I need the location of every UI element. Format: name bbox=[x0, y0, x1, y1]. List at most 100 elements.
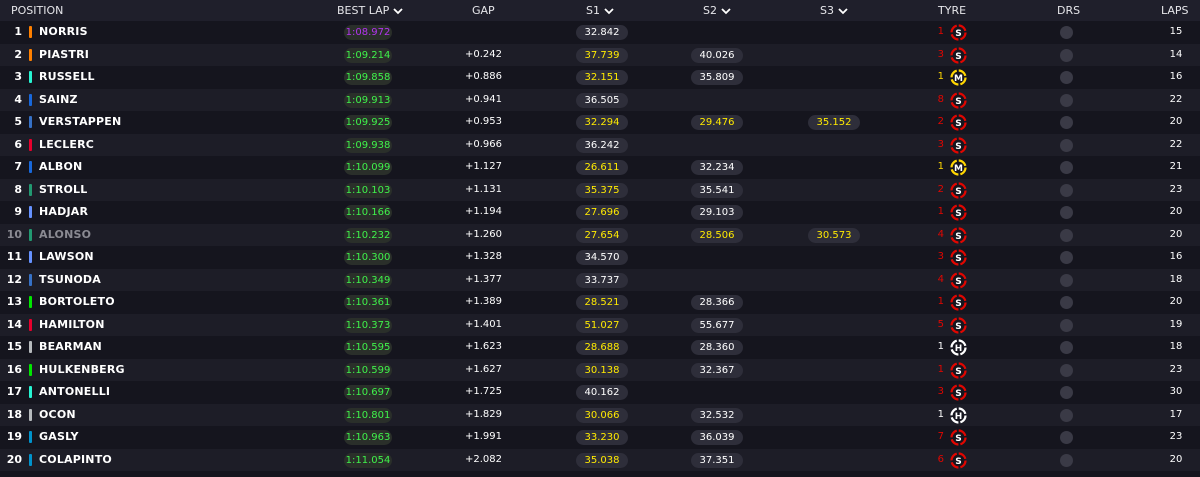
table-row[interactable]: 10 ALONSO 1:10.232 +1.260 27.654 28.506 30.573… bbox=[0, 223, 1200, 246]
team-color-bar bbox=[29, 363, 32, 376]
driver-name: NORRIS bbox=[39, 25, 88, 38]
table-row[interactable]: 4 SAINZ 1:09.913 +0.941 36.505 8 S 22 bbox=[0, 88, 1200, 111]
gap-value: +1.623 bbox=[464, 341, 502, 352]
header-tyre-label: TYRE bbox=[938, 4, 967, 17]
chevron-down-icon bbox=[837, 5, 849, 17]
header-drs: DRS bbox=[1057, 0, 1080, 21]
table-row[interactable]: 1 NORRIS 1:08.972 32.842 1 S 15 bbox=[0, 21, 1200, 44]
drs-indicator bbox=[1060, 318, 1073, 332]
position-number: 10 bbox=[6, 227, 22, 241]
table-row[interactable]: 3 RUSSELL 1:09.858 +0.886 32.151 35.809 1 M 16 bbox=[0, 66, 1200, 89]
svg-text:S: S bbox=[955, 187, 961, 197]
gap-value: +0.886 bbox=[464, 71, 502, 82]
team-color-bar bbox=[29, 341, 32, 353]
sector-2-time: 28.366 bbox=[691, 295, 743, 310]
sector-1-time: 27.654 bbox=[576, 227, 628, 243]
header-best-lap-sort[interactable]: BEST LAP bbox=[337, 0, 404, 21]
svg-text:M: M bbox=[954, 74, 963, 84]
sector-1-time: 36.505 bbox=[576, 92, 628, 108]
team-color-bar bbox=[29, 386, 32, 398]
header-s3-label: S3 bbox=[820, 4, 834, 17]
tyre-age: 1 bbox=[937, 26, 944, 37]
gap-value: +0.941 bbox=[464, 93, 502, 105]
table-row[interactable]: 2 PIASTRI 1:09.214 +0.242 37.739 40.026 3 S 14 bbox=[0, 43, 1200, 66]
header-position: POSITION bbox=[11, 0, 63, 21]
sector-2-time: 55.677 bbox=[691, 317, 743, 333]
sector-1-time: 33.230 bbox=[576, 430, 628, 445]
svg-text:S: S bbox=[955, 209, 961, 219]
gap-value: +1.131 bbox=[464, 183, 502, 195]
tyre-age: 1 bbox=[937, 408, 944, 420]
gap-value: +1.127 bbox=[464, 161, 502, 172]
table-row[interactable]: 15 BEARMAN 1:10.595 +1.623 28.688 28.360 1 H 18 bbox=[0, 336, 1200, 359]
header-s2-sort[interactable]: S2 bbox=[703, 0, 732, 21]
lap-count: 18 bbox=[1169, 273, 1183, 285]
gap-value: +0.953 bbox=[464, 116, 502, 127]
gap-value: +1.377 bbox=[464, 273, 502, 285]
svg-text:S: S bbox=[955, 367, 961, 377]
tyre-age: 3 bbox=[937, 251, 944, 262]
best-lap-time: 1:10.361 bbox=[344, 295, 392, 310]
table-row[interactable]: 8 STROLL 1:10.103 +1.131 35.375 35.541 2 S 23 bbox=[0, 178, 1200, 201]
svg-text:S: S bbox=[955, 299, 961, 309]
table-row[interactable]: 16 HULKENBERG 1:10.599 +1.627 30.138 32.367 1 S… bbox=[0, 358, 1200, 381]
tyre-compound-icon: S bbox=[950, 271, 967, 289]
table-row[interactable]: 13 BORTOLETO 1:10.361 +1.389 28.521 28.366 1 S 2… bbox=[0, 291, 1200, 314]
table-row[interactable]: 17 ANTONELLI 1:10.697 +1.725 40.162 3 S 30 bbox=[0, 381, 1200, 404]
table-row[interactable]: 5 VERSTAPPEN 1:09.925 +0.953 32.294 29.476 35.… bbox=[0, 111, 1200, 134]
position-number: 6 bbox=[14, 137, 22, 151]
sector-1-time: 32.842 bbox=[576, 25, 628, 40]
svg-text:S: S bbox=[955, 434, 961, 444]
svg-text:S: S bbox=[955, 232, 961, 242]
table-row[interactable]: 11 LAWSON 1:10.300 +1.328 34.570 3 S 16 bbox=[0, 246, 1200, 269]
table-row[interactable]: 19 GASLY 1:10.963 +1.991 33.230 36.039 7 S 23 bbox=[0, 426, 1200, 449]
lap-count: 20 bbox=[1169, 228, 1183, 240]
chevron-down-icon bbox=[603, 5, 615, 17]
team-color-bar bbox=[29, 71, 32, 83]
best-lap-time: 1:10.801 bbox=[344, 407, 392, 423]
team-color-bar bbox=[29, 453, 32, 466]
driver-name: LAWSON bbox=[39, 250, 94, 263]
lap-count: 16 bbox=[1169, 251, 1183, 262]
position-number: 8 bbox=[14, 182, 22, 196]
drs-indicator bbox=[1060, 161, 1073, 174]
header-gap: GAP bbox=[472, 0, 495, 21]
driver-name: BEARMAN bbox=[39, 340, 102, 353]
table-row[interactable]: 6 LECLERC 1:09.938 +0.966 36.242 3 S 22 bbox=[0, 133, 1200, 156]
table-row[interactable]: 14 HAMILTON 1:10.373 +1.401 51.027 55.677 5 S 19 bbox=[0, 313, 1200, 336]
drs-indicator bbox=[1060, 386, 1073, 399]
tyre-age: 1 bbox=[937, 363, 944, 375]
best-lap-time: 1:10.232 bbox=[344, 227, 392, 243]
best-lap-time: 1:10.963 bbox=[344, 430, 392, 445]
tyre-compound-icon: H bbox=[950, 339, 967, 356]
header-s3-sort[interactable]: S3 bbox=[820, 0, 849, 21]
lap-count: 23 bbox=[1169, 363, 1183, 375]
svg-text:S: S bbox=[955, 322, 961, 332]
drs-indicator bbox=[1060, 273, 1073, 287]
team-color-bar bbox=[29, 228, 32, 241]
svg-text:S: S bbox=[955, 142, 961, 152]
drs-indicator bbox=[1060, 431, 1073, 444]
tyre-compound-icon: S bbox=[950, 91, 967, 109]
table-row[interactable]: 9 HADJAR 1:10.166 +1.194 27.696 29.103 1 S 20 bbox=[0, 201, 1200, 224]
table-row[interactable]: 18 OCON 1:10.801 +1.829 30.066 32.532 1 H 17 bbox=[0, 403, 1200, 426]
lap-count: 23 bbox=[1169, 431, 1183, 442]
lap-count: 18 bbox=[1169, 341, 1183, 352]
lap-count: 17 bbox=[1169, 408, 1183, 420]
tyre-compound-icon: S bbox=[950, 316, 967, 334]
lap-count: 19 bbox=[1169, 318, 1183, 330]
position-number: 17 bbox=[6, 385, 22, 398]
team-color-bar bbox=[29, 318, 32, 331]
gap-value: +1.725 bbox=[464, 386, 502, 397]
gap-value: +1.389 bbox=[464, 296, 502, 307]
tyre-compound-icon: M bbox=[950, 159, 967, 176]
header-s1-sort[interactable]: S1 bbox=[586, 0, 615, 21]
tyre-compound-icon: S bbox=[950, 136, 967, 154]
sector-2-time: 37.351 bbox=[691, 452, 743, 468]
header-laps: LAPS bbox=[1161, 0, 1189, 21]
table-row[interactable]: 12 TSUNODA 1:10.349 +1.377 33.737 4 S 18 bbox=[0, 268, 1200, 291]
table-row[interactable]: 7 ALBON 1:10.099 +1.127 26.611 32.234 1 M 21 bbox=[0, 156, 1200, 179]
tyre-age: 1 bbox=[937, 206, 944, 217]
table-header: POSITION BEST LAP GAP S1 S2 S3 TYRE DRS … bbox=[0, 0, 1200, 21]
tyre-compound-icon: S bbox=[950, 249, 967, 266]
